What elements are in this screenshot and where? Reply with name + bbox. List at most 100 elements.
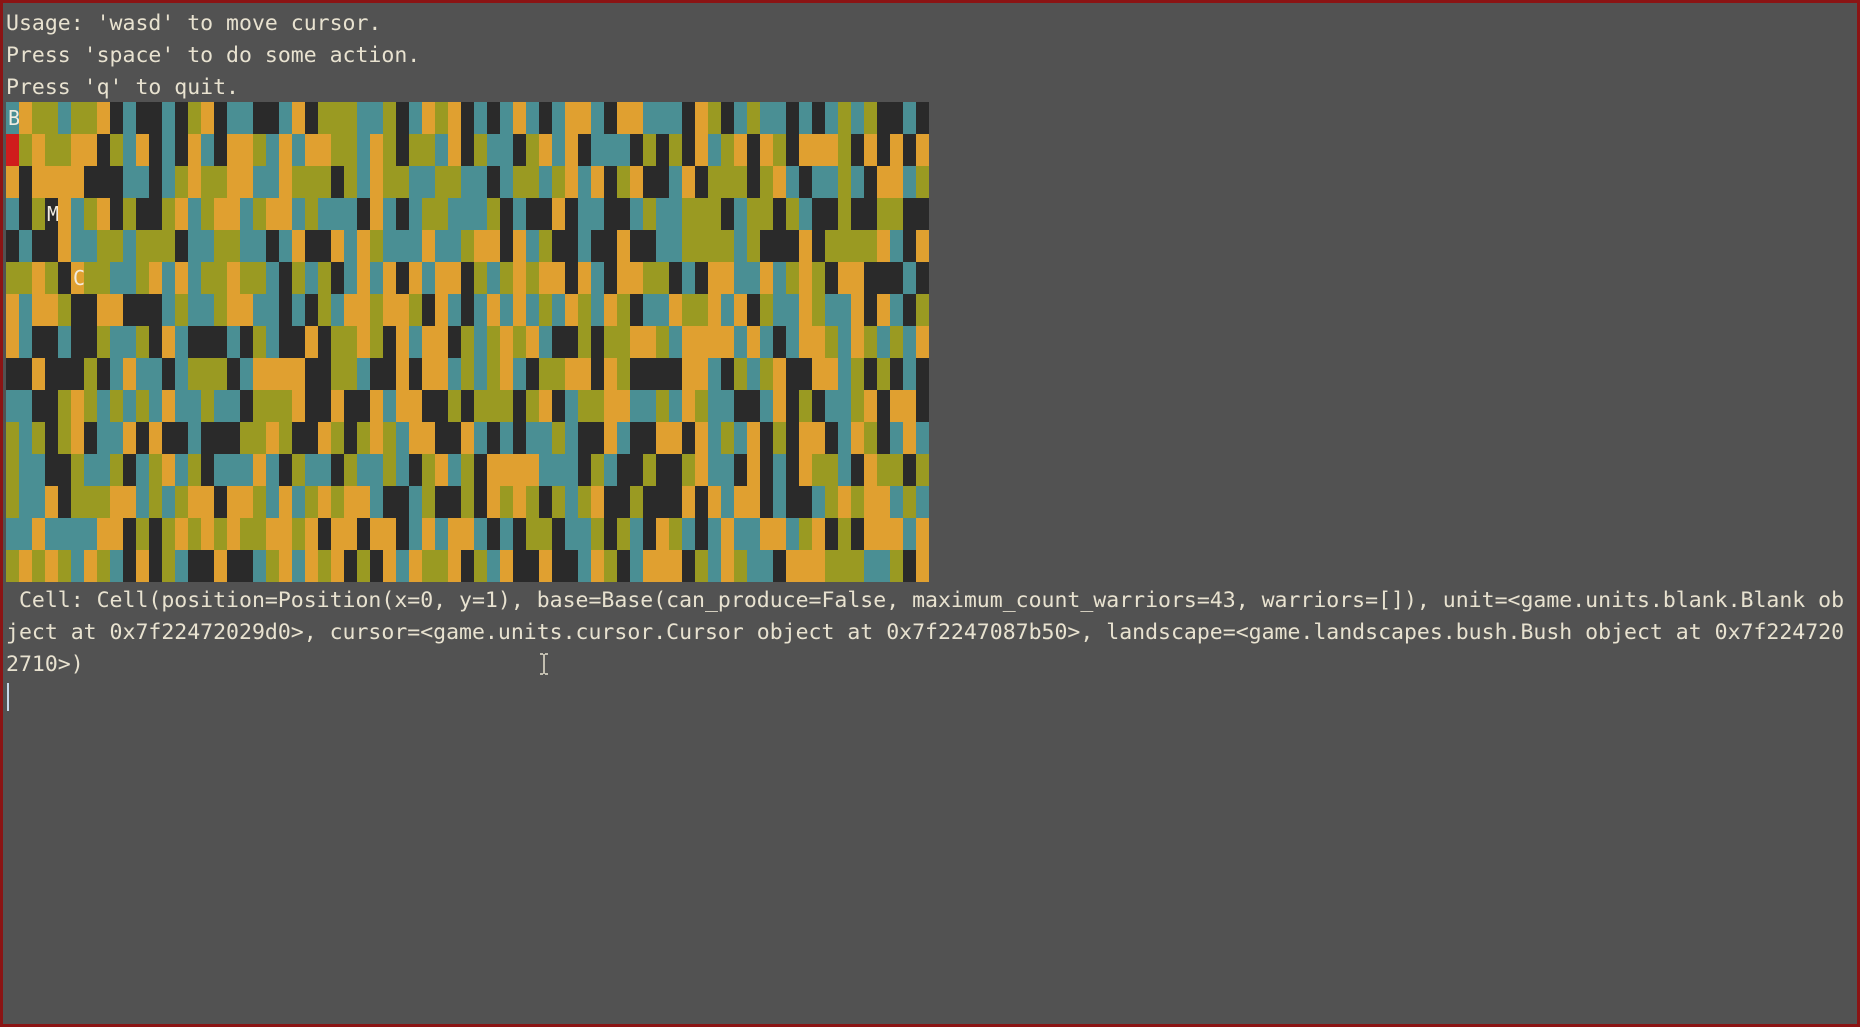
- board-cell[interactable]: [45, 422, 58, 454]
- board-cell[interactable]: [97, 422, 110, 454]
- board-cell[interactable]: [305, 102, 318, 134]
- board-cell[interactable]: [227, 166, 240, 198]
- board-cell[interactable]: [643, 358, 656, 390]
- board-cell[interactable]: [227, 390, 240, 422]
- board-cell[interactable]: [123, 422, 136, 454]
- board-cell[interactable]: [422, 230, 435, 262]
- board-cell[interactable]: [513, 326, 526, 358]
- board-cell[interactable]: [58, 102, 71, 134]
- board-cell[interactable]: [448, 550, 461, 582]
- board-cell[interactable]: [487, 230, 500, 262]
- board-cell[interactable]: [344, 166, 357, 198]
- board-cell[interactable]: [656, 294, 669, 326]
- board-cell[interactable]: [6, 262, 19, 294]
- board-cell[interactable]: [396, 166, 409, 198]
- board-cell[interactable]: [84, 198, 97, 230]
- board-cell[interactable]: [604, 198, 617, 230]
- board-cell[interactable]: [695, 454, 708, 486]
- board-cell[interactable]: [175, 550, 188, 582]
- board-cell[interactable]: [201, 422, 214, 454]
- board-cell[interactable]: [214, 454, 227, 486]
- board-cell[interactable]: [201, 166, 214, 198]
- board-cell[interactable]: [97, 294, 110, 326]
- board-cell[interactable]: [812, 294, 825, 326]
- board-cell[interactable]: [578, 134, 591, 166]
- board-cell[interactable]: [45, 134, 58, 166]
- board-cell[interactable]: [487, 518, 500, 550]
- board-cell[interactable]: [266, 390, 279, 422]
- board-cell[interactable]: [500, 230, 513, 262]
- board-cell[interactable]: [45, 358, 58, 390]
- board-cell[interactable]: [344, 230, 357, 262]
- board-cell[interactable]: [292, 358, 305, 390]
- board-cell[interactable]: [721, 134, 734, 166]
- board-cell[interactable]: [45, 102, 58, 134]
- board-cell[interactable]: [201, 454, 214, 486]
- board-cell[interactable]: [396, 454, 409, 486]
- board-cell[interactable]: [123, 102, 136, 134]
- board-cell[interactable]: [864, 422, 877, 454]
- board-cell[interactable]: [422, 486, 435, 518]
- board-cell[interactable]: [45, 230, 58, 262]
- board-cell[interactable]: [903, 294, 916, 326]
- board-cell[interactable]: [45, 166, 58, 198]
- board-cell[interactable]: [695, 230, 708, 262]
- board-cell[interactable]: [253, 486, 266, 518]
- board-cell[interactable]: [383, 454, 396, 486]
- board-cell[interactable]: [214, 486, 227, 518]
- board-cell[interactable]: [786, 294, 799, 326]
- board-cell[interactable]: [162, 486, 175, 518]
- board-cell[interactable]: [6, 422, 19, 454]
- board-cell[interactable]: [396, 198, 409, 230]
- board-cell[interactable]: [656, 102, 669, 134]
- board-cell[interactable]: [877, 134, 890, 166]
- board-cell[interactable]: [58, 358, 71, 390]
- board-cell[interactable]: [84, 454, 97, 486]
- board-cell[interactable]: [539, 326, 552, 358]
- board-cell[interactable]: [773, 230, 786, 262]
- board-cell[interactable]: [58, 518, 71, 550]
- board-cell[interactable]: [175, 390, 188, 422]
- board-cell[interactable]: [383, 390, 396, 422]
- board-cell[interactable]: [721, 454, 734, 486]
- board-cell[interactable]: [123, 550, 136, 582]
- board-cell[interactable]: [240, 262, 253, 294]
- board-cell[interactable]: [773, 422, 786, 454]
- board-cell[interactable]: [695, 550, 708, 582]
- board-cell[interactable]: [656, 486, 669, 518]
- board-cell[interactable]: [292, 166, 305, 198]
- board-cell[interactable]: [318, 390, 331, 422]
- board-cell[interactable]: [656, 422, 669, 454]
- board-cell[interactable]: [656, 518, 669, 550]
- board-cell[interactable]: [682, 262, 695, 294]
- board-cell[interactable]: [58, 326, 71, 358]
- board-cell[interactable]: [214, 198, 227, 230]
- board-cell[interactable]: [682, 550, 695, 582]
- board-cell[interactable]: [916, 230, 929, 262]
- board-cell[interactable]: [643, 294, 656, 326]
- board-cell[interactable]: [19, 262, 32, 294]
- board-cell[interactable]: [331, 134, 344, 166]
- board-cell[interactable]: [292, 294, 305, 326]
- board-cell[interactable]: [695, 166, 708, 198]
- board-cell[interactable]: [422, 166, 435, 198]
- board-cell[interactable]: [110, 486, 123, 518]
- board-cell[interactable]: [630, 326, 643, 358]
- board-cell[interactable]: [825, 294, 838, 326]
- board-cell[interactable]: [110, 102, 123, 134]
- board-cell[interactable]: [188, 358, 201, 390]
- board-cell[interactable]: [110, 294, 123, 326]
- board-cell[interactable]: [825, 198, 838, 230]
- board-cell[interactable]: [552, 102, 565, 134]
- board-cell[interactable]: [305, 486, 318, 518]
- board-cell[interactable]: [344, 390, 357, 422]
- board-cell[interactable]: [630, 390, 643, 422]
- board-cell[interactable]: [58, 134, 71, 166]
- board-cell[interactable]: [903, 102, 916, 134]
- board-cell[interactable]: [19, 550, 32, 582]
- board-cell[interactable]: [799, 230, 812, 262]
- board-cell[interactable]: [357, 358, 370, 390]
- board-cell[interactable]: [19, 230, 32, 262]
- board-cell[interactable]: [526, 262, 539, 294]
- board-cell[interactable]: [500, 358, 513, 390]
